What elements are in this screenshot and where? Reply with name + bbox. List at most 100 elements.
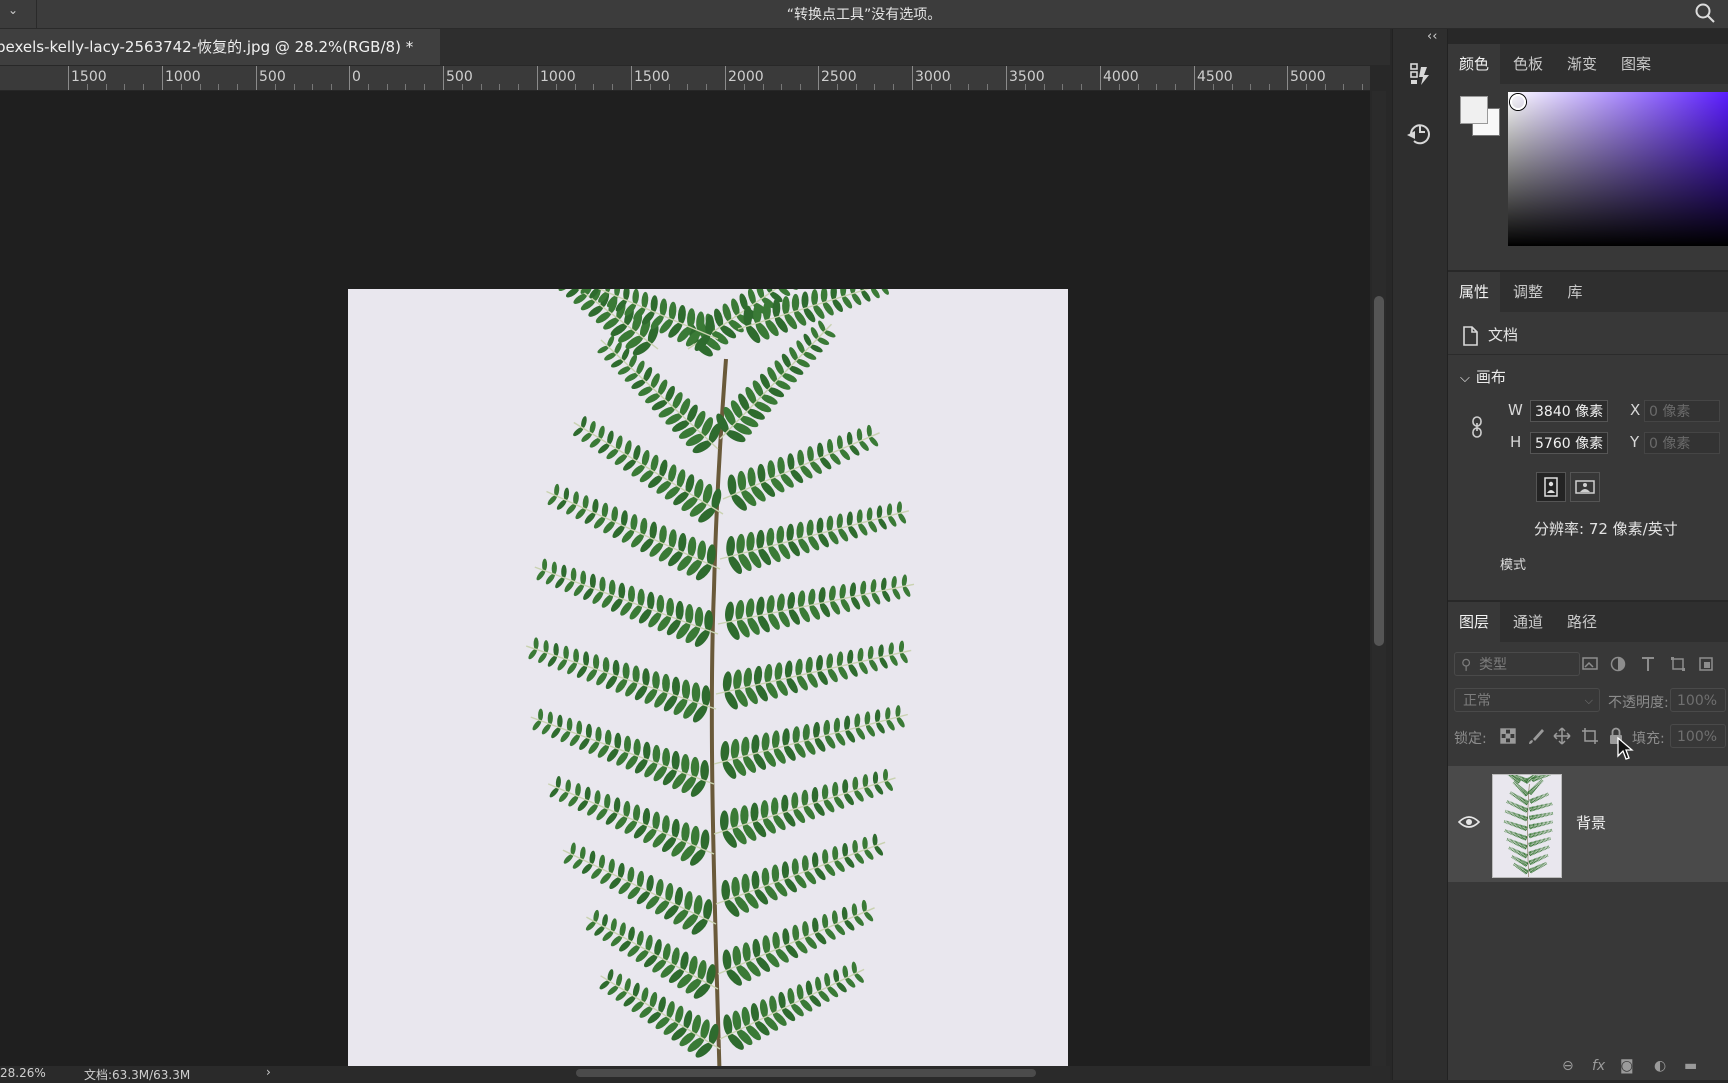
lock-position-icon[interactable] — [1552, 726, 1572, 746]
ruler-minor-tick — [1250, 84, 1251, 90]
ruler-label: 5000 — [1290, 69, 1326, 85]
image-filter-icon[interactable] — [1580, 654, 1602, 674]
zoom-level[interactable]: 28.26% — [0, 1066, 46, 1080]
ruler-minor-tick — [874, 84, 875, 90]
tab-gradients[interactable]: 渐变 — [1556, 44, 1608, 84]
status-bar: 28.26% 文档:63.3M/63.3M › — [0, 1066, 1390, 1080]
opacity-field[interactable]: 100% — [1670, 688, 1726, 712]
layer-row-background[interactable]: 背景 — [1448, 766, 1728, 882]
horizontal-scroll-thumb[interactable] — [576, 1069, 1036, 1077]
chevron-down-icon: ⌵ — [1460, 371, 1470, 386]
ruler-minor-tick — [200, 84, 201, 90]
height-field[interactable]: 5760 像素 — [1530, 432, 1608, 454]
ruler-minor-tick — [1306, 84, 1307, 90]
landscape-orientation-button[interactable] — [1570, 472, 1600, 502]
blend-mode-value: 正常 — [1463, 693, 1491, 709]
ruler-minor-tick — [687, 84, 688, 90]
ruler-minor-tick — [1081, 84, 1082, 90]
ruler-label: 4000 — [1103, 69, 1139, 85]
ruler-minor-tick — [763, 84, 764, 90]
ruler-tick — [162, 66, 163, 90]
options-bar: ⌄ “转换点工具”没有选项。 — [0, 0, 1728, 29]
ruler-minor-tick — [1343, 84, 1344, 90]
mask-icon[interactable]: ◙ — [1620, 1058, 1634, 1074]
ruler-minor-tick — [1044, 84, 1045, 90]
folder-icon[interactable]: ▬ — [1684, 1058, 1697, 1074]
ruler-minor-tick — [931, 84, 932, 90]
adjustment-icon[interactable]: ◐ — [1654, 1058, 1666, 1074]
tab-color[interactable]: 颜色 — [1448, 44, 1500, 84]
horizontal-ruler[interactable]: 1500100050005001000150020002500300035004… — [0, 66, 1370, 91]
ruler-label: 1000 — [540, 69, 576, 85]
lock-image-pixels-icon[interactable] — [1526, 726, 1546, 746]
resolution-text: 分辨率: 72 像素/英寸 — [1534, 518, 1678, 539]
properties-panel: 属性 调整 库 文档 ⌵画布 W 3840 像素 H 5760 像素 X 0 像… — [1448, 272, 1728, 600]
layer-thumbnail[interactable] — [1492, 774, 1562, 878]
ruler-label: 2500 — [821, 69, 857, 85]
ruler-minor-tick — [312, 84, 313, 90]
canvas-area[interactable] — [0, 91, 1370, 1066]
color-picker-field[interactable] — [1508, 92, 1728, 246]
layer-name[interactable]: 背景 — [1576, 812, 1606, 833]
ruler-minor-tick — [856, 84, 857, 90]
portrait-orientation-button[interactable] — [1536, 472, 1566, 502]
fx-icon[interactable]: fx — [1592, 1058, 1605, 1074]
ruler-minor-tick — [1025, 84, 1026, 90]
type-filter-icon[interactable] — [1638, 654, 1660, 674]
tab-paths[interactable]: 路径 — [1556, 602, 1608, 642]
canvas-document[interactable] — [348, 289, 1068, 1066]
lock-transparent-pixels-icon[interactable] — [1498, 726, 1518, 746]
layer-filter-select[interactable]: ⚲类型 — [1454, 652, 1580, 676]
y-field[interactable]: 0 像素 — [1644, 432, 1720, 454]
eye-icon[interactable] — [1458, 814, 1480, 834]
ruler-minor-tick — [331, 84, 332, 90]
tab-properties[interactable]: 属性 — [1448, 272, 1500, 312]
tab-swatches[interactable]: 色板 — [1502, 44, 1554, 84]
ruler-minor-tick — [124, 84, 125, 90]
canvas-section-header[interactable]: ⌵ 画布 — [1460, 366, 1506, 387]
ruler-tick — [1006, 66, 1007, 90]
ruler-minor-tick — [106, 84, 107, 90]
ruler-minor-tick — [1062, 84, 1063, 90]
tab-layers[interactable]: 图层 — [1448, 602, 1500, 642]
width-field[interactable]: 3840 像素 — [1530, 400, 1608, 422]
lock-artboard-icon[interactable] — [1580, 726, 1600, 746]
shape-filter-icon[interactable] — [1668, 654, 1690, 674]
status-menu-arrow-icon[interactable]: › — [266, 1065, 271, 1079]
ruler-tick — [631, 66, 632, 90]
tab-libraries[interactable]: 库 — [1554, 272, 1596, 312]
document-size: 文档:63.3M/63.3M — [84, 1066, 190, 1083]
properties-panel-tabs: 属性 调整 库 — [1448, 272, 1728, 312]
ruler-minor-tick — [481, 84, 482, 90]
ruler-tick — [443, 66, 444, 90]
blend-mode-select[interactable]: 正常 ⌵ — [1454, 688, 1600, 712]
chevron-down-icon: ⌵ — [1585, 689, 1593, 713]
ruler-tick — [1100, 66, 1101, 90]
search-icon[interactable] — [1694, 2, 1716, 28]
link-dimensions-icon[interactable] — [1470, 416, 1484, 442]
ruler-minor-tick — [1213, 84, 1214, 90]
adjustment-filter-icon[interactable] — [1608, 654, 1630, 674]
tab-adjustments[interactable]: 调整 — [1502, 272, 1554, 312]
collapse-panels-icon[interactable]: ‹‹ — [1427, 29, 1437, 44]
link-icon[interactable]: ⊖ — [1562, 1058, 1574, 1074]
color-picker-handle[interactable] — [1510, 94, 1526, 110]
smart-object-filter-icon[interactable] — [1696, 654, 1718, 674]
fill-field[interactable]: 100% — [1670, 724, 1726, 748]
document-tab[interactable]: pexels-kelly-lacy-2563742-恢复的.jpg @ 28.2… — [0, 29, 440, 65]
vertical-scrollbar[interactable] — [1372, 91, 1386, 1066]
history-brush-icon[interactable] — [1403, 57, 1437, 91]
vertical-scroll-thumb[interactable] — [1374, 296, 1384, 646]
canvas-section-title: 画布 — [1476, 368, 1506, 386]
ruler-label: 1500 — [634, 69, 670, 85]
ruler-label: 500 — [446, 69, 473, 85]
ruler-minor-tick — [593, 84, 594, 90]
ruler-minor-tick — [744, 84, 745, 90]
history-icon[interactable] — [1403, 113, 1437, 147]
foreground-color-swatch[interactable] — [1460, 96, 1488, 124]
ruler-tick — [1194, 66, 1195, 90]
x-field[interactable]: 0 像素 — [1644, 400, 1720, 422]
tab-patterns[interactable]: 图案 — [1610, 44, 1662, 84]
tab-channels[interactable]: 通道 — [1502, 602, 1554, 642]
ruler-tick — [537, 66, 538, 90]
